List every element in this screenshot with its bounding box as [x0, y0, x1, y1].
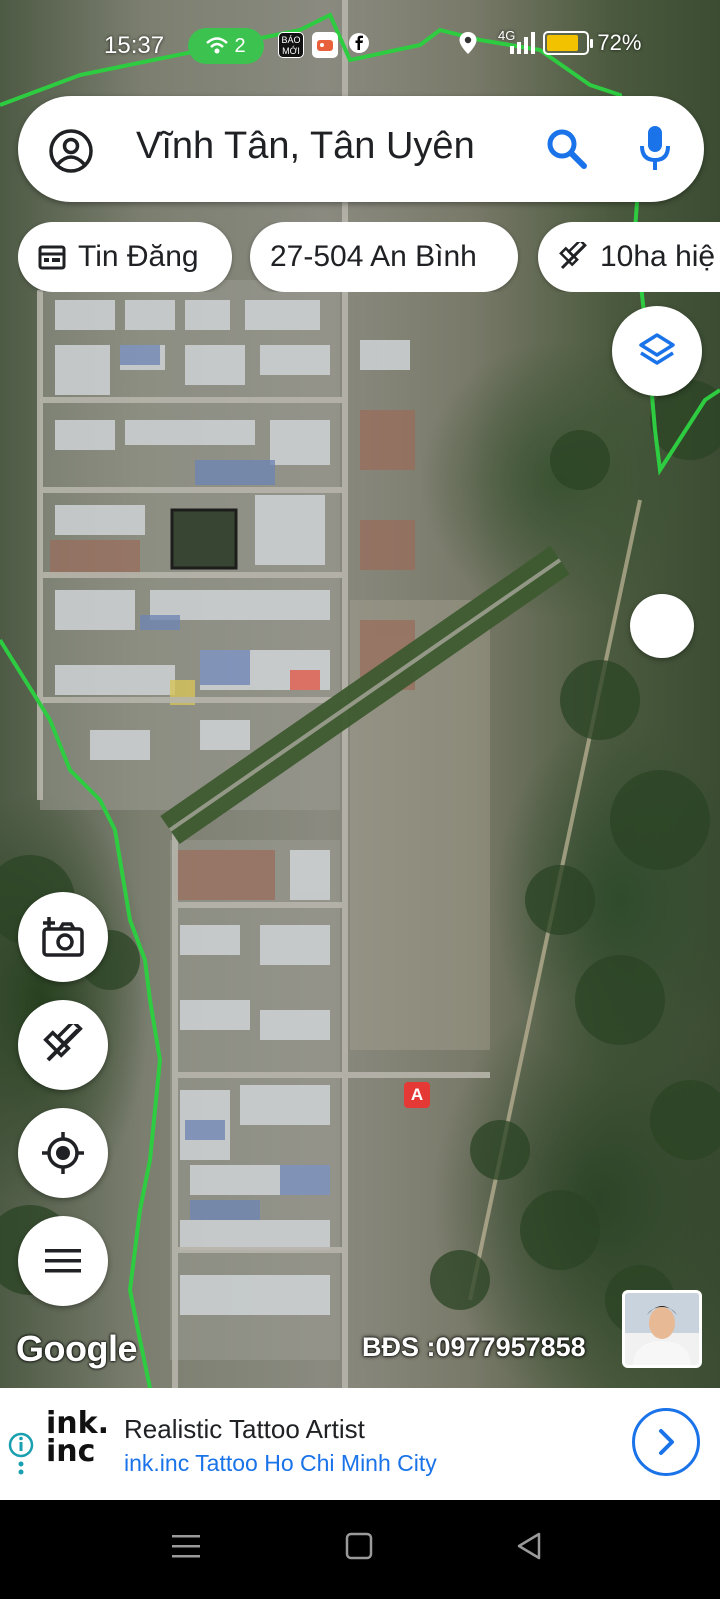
- measure-icon: [559, 242, 587, 270]
- home-button[interactable]: [344, 1530, 374, 1562]
- ad-info-icon[interactable]: [8, 1432, 34, 1478]
- network-type: 4G: [498, 27, 516, 43]
- hotspot-count: 2: [234, 34, 246, 57]
- account-icon[interactable]: [48, 128, 94, 174]
- chip-tin-dang[interactable]: Tin Đăng: [18, 222, 232, 292]
- battery-percent: 72%: [597, 30, 642, 55]
- chip-row: Tin Đăng 27-504 An Bình 10ha hiệ: [18, 222, 720, 292]
- status-time: 15:37: [104, 32, 165, 59]
- chip-label: 10ha hiệ: [600, 240, 716, 273]
- profile-photo: [622, 1290, 702, 1368]
- measure-button[interactable]: [18, 1000, 108, 1090]
- mic-icon[interactable]: [638, 124, 672, 174]
- hotspot-pill: 2: [188, 28, 264, 64]
- status-bar: 15:37 2 BÁO MỚI 4G 72%: [0, 22, 720, 74]
- layers-button[interactable]: [612, 306, 702, 396]
- menu-button[interactable]: [18, 1216, 108, 1306]
- map-imagery: [0, 0, 720, 1388]
- crosshair-icon: [42, 1132, 84, 1174]
- recent-apps-button[interactable]: [170, 1530, 202, 1562]
- search-bar[interactable]: Vĩnh Tân, Tân Uyên: [18, 96, 704, 202]
- search-icon[interactable]: [544, 126, 590, 172]
- chip-label: 27-504 An Bình: [270, 240, 477, 273]
- ad-go-button[interactable]: [632, 1408, 700, 1476]
- search-query[interactable]: Vĩnh Tân, Tân Uyên: [136, 125, 475, 168]
- ad-banner[interactable]: ink. inc Realistic Tattoo Artist ink.inc …: [0, 1388, 720, 1500]
- baomoi-app-icon: BÁO MỚI: [278, 32, 304, 58]
- ad-subtitle[interactable]: ink.inc Tattoo Ho Chi Minh City: [124, 1450, 437, 1477]
- ad-logo: ink. inc: [46, 1406, 109, 1469]
- my-location-button[interactable]: [18, 1108, 108, 1198]
- status-right-group: 4G 72%: [458, 27, 642, 56]
- compass-button[interactable]: [630, 594, 694, 658]
- calendar-icon: [38, 245, 66, 270]
- chevron-right-icon: [659, 1429, 674, 1455]
- system-nav-bar: [0, 1500, 720, 1599]
- hamburger-icon: [45, 1249, 81, 1273]
- chip-an-binh[interactable]: 27-504 An Bình: [250, 222, 518, 292]
- ad-title[interactable]: Realistic Tattoo Artist: [124, 1414, 365, 1445]
- facebook-icon: [346, 32, 372, 58]
- chip-10ha[interactable]: 10ha hiệ: [538, 222, 720, 292]
- overlay-phone-text: BĐS :0977957858: [362, 1332, 586, 1362]
- back-button[interactable]: [514, 1530, 544, 1562]
- chip-label: Tin Đăng: [78, 240, 199, 273]
- google-watermark: Google: [16, 1328, 138, 1369]
- game-app-icon: [312, 32, 338, 58]
- add-photo-button[interactable]: [18, 892, 108, 982]
- location-icon: [459, 32, 477, 54]
- wifi-icon: [206, 37, 229, 54]
- satellite-map[interactable]: A Google BĐS :0977957858: [0, 0, 720, 1388]
- map-marker-a[interactable]: A: [404, 1082, 430, 1108]
- measure-tool-icon: [43, 1024, 83, 1062]
- camera-plus-icon: [42, 917, 84, 957]
- battery-icon: [543, 31, 594, 55]
- layers-icon: [639, 333, 675, 365]
